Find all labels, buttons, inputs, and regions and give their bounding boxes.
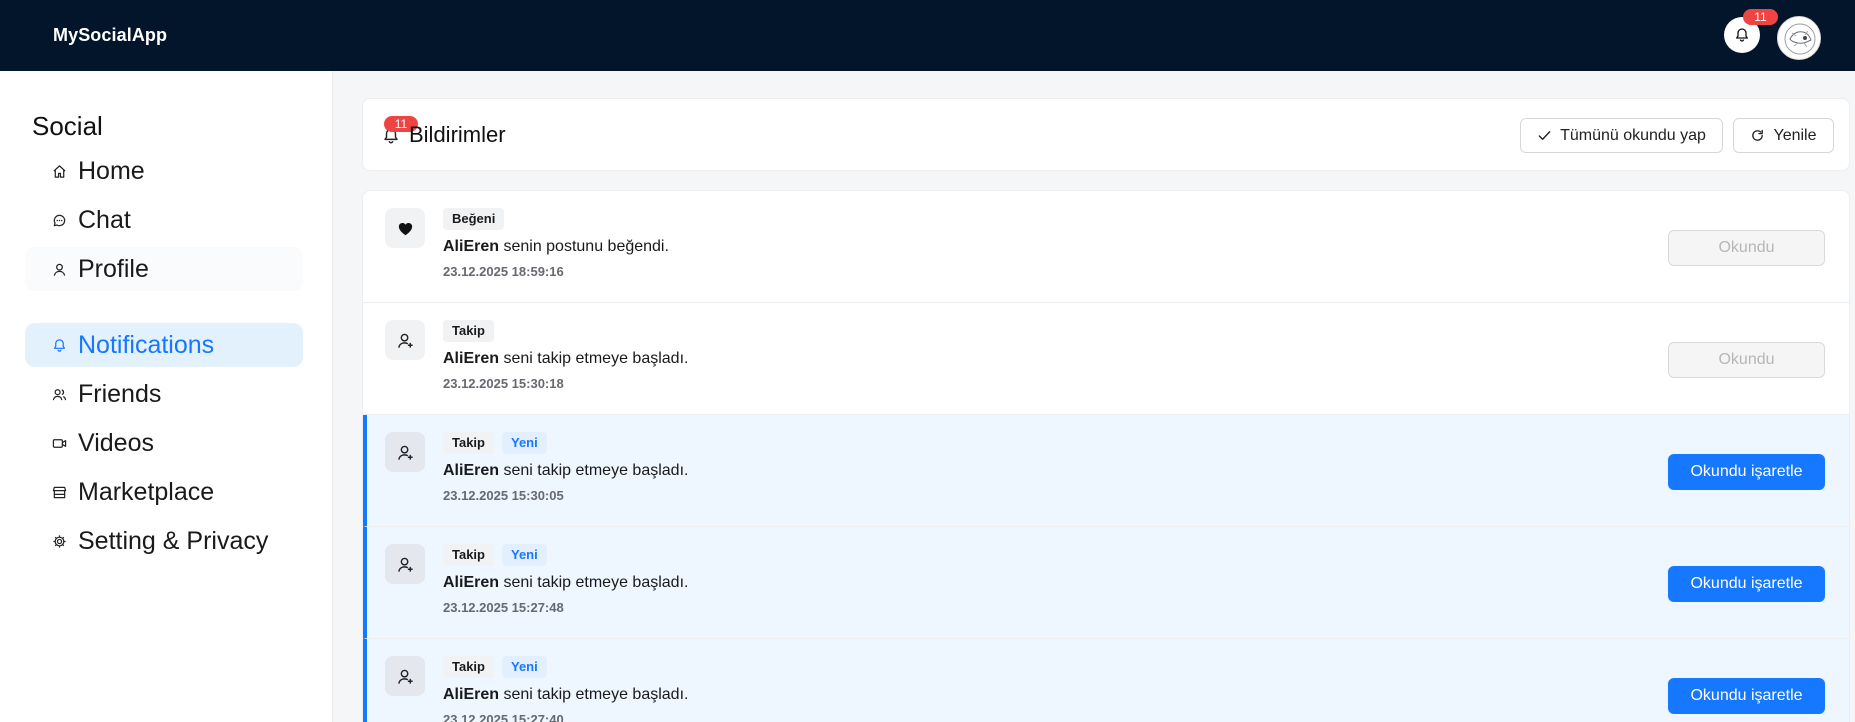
- notification-message: AliEren senin postunu beğendi.: [443, 238, 669, 256]
- sidebar: Social Home Chat Profile Notifications F…: [0, 71, 333, 722]
- notifications-header: 11 Bildirimler Tümünü okundu yap Yenile: [362, 98, 1850, 171]
- refresh-icon: [1752, 129, 1764, 141]
- user-plus-icon: [385, 432, 425, 472]
- notification-item-unread[interactable]: Takip Yeni AliEren seni takip etmeye baş…: [363, 527, 1849, 639]
- avatar-image: [1779, 18, 1820, 59]
- new-badge: Yeni: [502, 656, 547, 678]
- sidebar-item-notifications[interactable]: Notifications: [25, 323, 303, 367]
- notification-message: AliEren seni takip etmeye başladı.: [443, 686, 688, 704]
- notification-user[interactable]: AliEren: [443, 350, 499, 367]
- notification-user[interactable]: AliEren: [443, 574, 499, 591]
- notification-message: AliEren seni takip etmeye başladı.: [443, 462, 688, 480]
- notification-user[interactable]: AliEren: [443, 686, 499, 703]
- notification-type-tag: Takip: [443, 320, 494, 342]
- notification-type-tag: Takip: [443, 544, 494, 566]
- user-plus-icon: [385, 656, 425, 696]
- notification-time: 23.12.2025 15:27:40: [443, 712, 564, 722]
- sidebar-item-label: Chat: [78, 205, 131, 234]
- refresh-button[interactable]: Yenile: [1733, 118, 1834, 153]
- sidebar-item-label: Notifications: [78, 330, 215, 359]
- read-button-disabled: Okundu: [1668, 230, 1825, 266]
- notification-time: 23.12.2025 18:59:16: [443, 264, 564, 279]
- page-title: Bildirimler: [409, 122, 506, 147]
- notification-message: AliEren seni takip etmeye başladı.: [443, 350, 688, 368]
- notification-user[interactable]: AliEren: [443, 462, 499, 479]
- shop-icon: [51, 484, 67, 500]
- heart-icon: [385, 208, 425, 248]
- notification-item-unread[interactable]: Takip Yeni AliEren seni takip etmeye baş…: [363, 415, 1849, 527]
- notification-item-unread[interactable]: Takip Yeni AliEren seni takip etmeye baş…: [363, 639, 1849, 722]
- sidebar-item-settings[interactable]: Setting & Privacy: [25, 519, 303, 563]
- notification-text: seni takip etmeye başladı.: [499, 574, 689, 591]
- notification-time: 23.12.2025 15:30:18: [443, 376, 564, 391]
- notification-text: senin postunu beğendi.: [499, 238, 669, 255]
- mark-all-read-button[interactable]: Tümünü okundu yap: [1520, 118, 1723, 153]
- notification-type-tag: Takip: [443, 656, 494, 678]
- chat-icon: [51, 212, 67, 228]
- mark-as-read-button[interactable]: Okundu işaretle: [1668, 678, 1825, 714]
- sidebar-item-label: Setting & Privacy: [78, 526, 269, 555]
- notification-list: Beğeni AliEren senin postunu beğendi. 23…: [362, 190, 1850, 722]
- notification-text: seni takip etmeye başladı.: [499, 462, 689, 479]
- read-button-disabled: Okundu: [1668, 342, 1825, 378]
- sidebar-item-label: Profile: [78, 254, 149, 283]
- user-avatar[interactable]: [1777, 16, 1821, 60]
- notification-type-tag: Takip: [443, 432, 494, 454]
- notification-count-badge: 11: [1743, 9, 1778, 25]
- sidebar-item-marketplace[interactable]: Marketplace: [25, 470, 303, 514]
- notification-user[interactable]: AliEren: [443, 238, 499, 255]
- sidebar-title: Social: [32, 111, 103, 141]
- mark-all-read-label: Tümünü okundu yap: [1560, 126, 1706, 144]
- notification-time: 23.12.2025 15:27:48: [443, 600, 564, 615]
- sidebar-item-videos[interactable]: Videos: [25, 421, 303, 465]
- mark-as-read-button[interactable]: Okundu işaretle: [1668, 566, 1825, 602]
- video-icon: [51, 435, 67, 451]
- new-badge: Yeni: [502, 544, 547, 566]
- sidebar-item-chat[interactable]: Chat: [25, 198, 303, 242]
- notification-type-tag: Beğeni: [443, 208, 505, 230]
- notification-text: seni takip etmeye başladı.: [499, 350, 689, 367]
- new-badge: Yeni: [502, 432, 547, 454]
- user-plus-icon: [385, 544, 425, 584]
- notification-item[interactable]: Takip AliEren seni takip etmeye başladı.…: [363, 303, 1849, 415]
- sidebar-item-profile[interactable]: Profile: [25, 247, 303, 291]
- gear-icon: [51, 533, 67, 549]
- sidebar-item-friends[interactable]: Friends: [25, 372, 303, 416]
- sidebar-item-home[interactable]: Home: [25, 149, 303, 193]
- top-navbar: MySocialApp 11: [0, 0, 1855, 71]
- home-icon: [51, 163, 67, 179]
- sidebar-item-label: Home: [78, 156, 145, 185]
- sidebar-item-label: Videos: [78, 428, 154, 457]
- notification-time: 23.12.2025 15:30:05: [443, 488, 564, 503]
- user-plus-icon: [385, 320, 425, 360]
- sidebar-item-label: Friends: [78, 379, 162, 408]
- mark-as-read-button[interactable]: Okundu işaretle: [1668, 454, 1825, 490]
- notification-item[interactable]: Beğeni AliEren senin postunu beğendi. 23…: [363, 191, 1849, 303]
- bell-icon: [51, 337, 67, 353]
- users-icon: [51, 386, 67, 402]
- refresh-label: Yenile: [1773, 126, 1817, 144]
- bell-icon: [1736, 28, 1748, 42]
- notification-text: seni takip etmeye başladı.: [499, 686, 689, 703]
- user-icon: [51, 261, 67, 277]
- sidebar-item-label: Marketplace: [78, 477, 215, 506]
- brand-logo-text[interactable]: MySocialApp: [53, 25, 167, 46]
- check-icon: [1538, 131, 1551, 140]
- notification-message: AliEren seni takip etmeye başladı.: [443, 574, 688, 592]
